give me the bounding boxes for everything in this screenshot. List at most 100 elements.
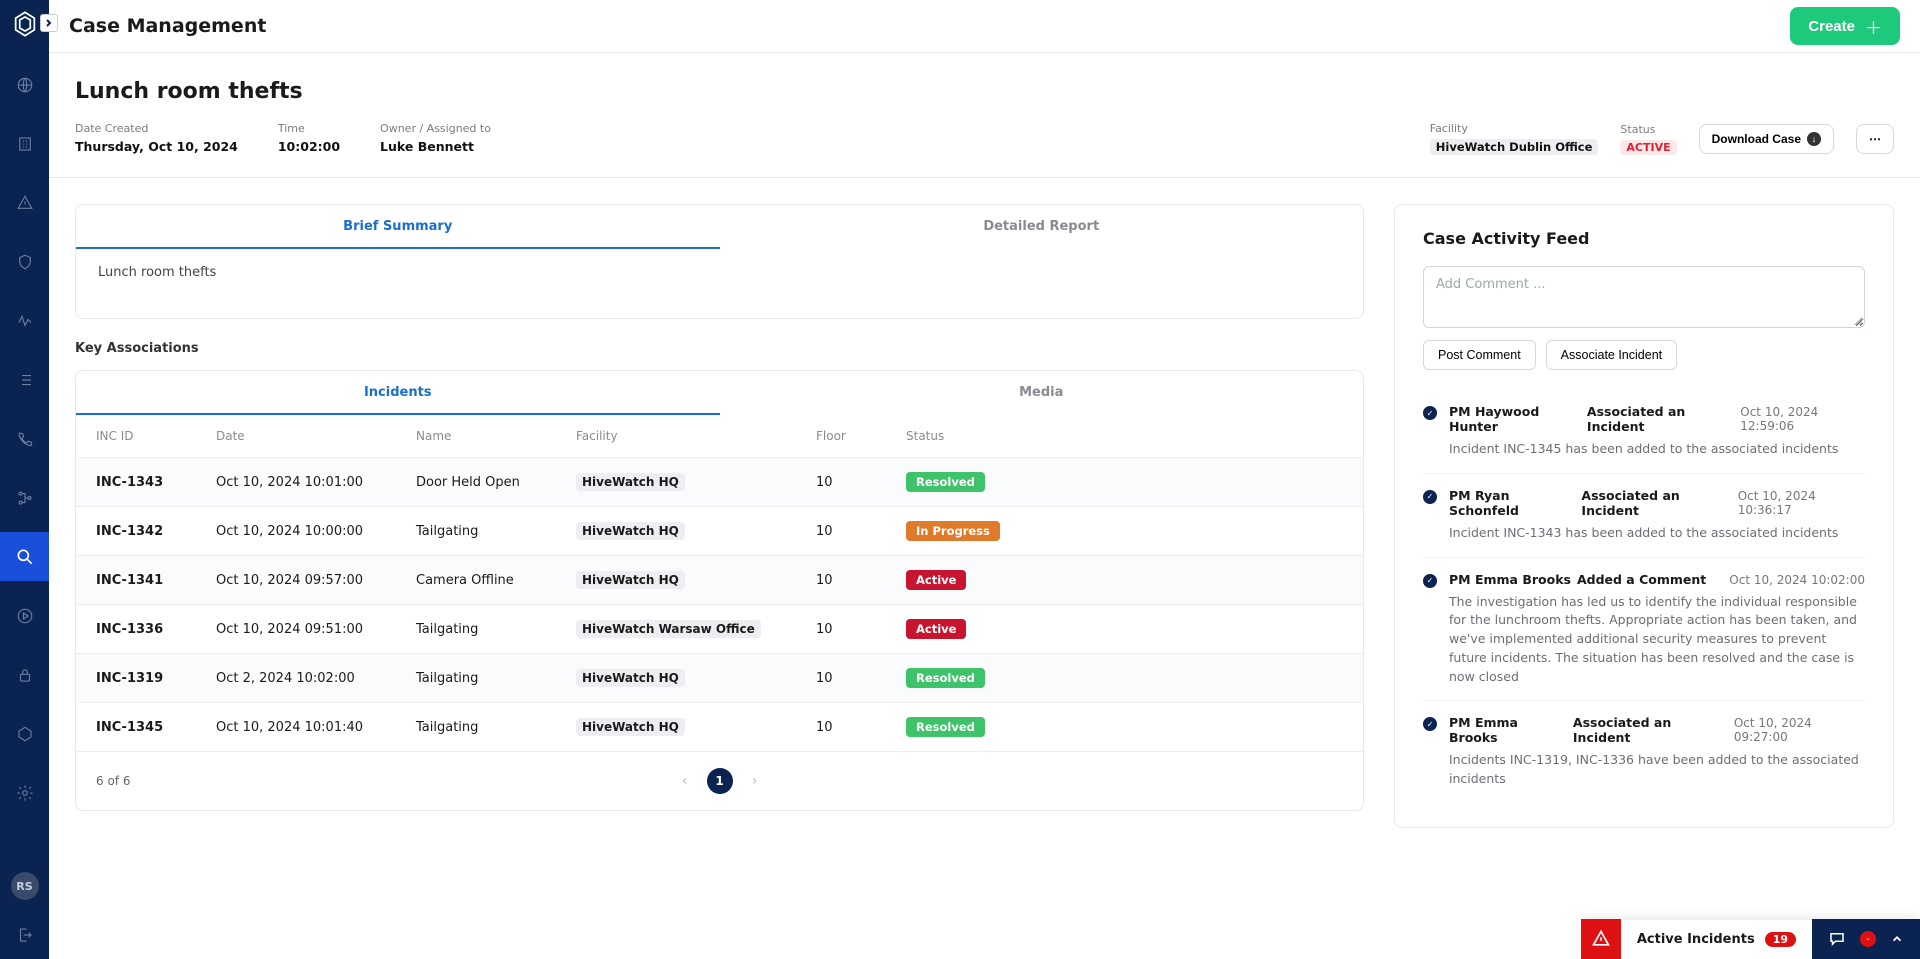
check-icon: ✓	[1423, 490, 1437, 504]
cell-status: Resolved	[906, 668, 1343, 688]
plus-icon: ＋	[1865, 14, 1882, 39]
col-status[interactable]: Status	[906, 429, 1343, 443]
cell-facility: HiveWatch HQ	[576, 573, 816, 588]
alert-icon[interactable]	[1581, 919, 1621, 959]
bottom-bar: Active Incidents 19 -	[1581, 919, 1920, 959]
cell-floor: 10	[816, 671, 906, 686]
sidebar-item-search[interactable]	[0, 532, 49, 581]
cell-status: Resolved	[906, 717, 1343, 737]
feed-text: Incident INC-1343 has been added to the …	[1449, 524, 1865, 543]
cell-name: Tailgating	[416, 524, 576, 539]
sidebar-item-building[interactable]	[0, 119, 49, 168]
sidebar-expand-toggle[interactable]	[40, 14, 58, 32]
col-date[interactable]: Date	[216, 429, 416, 443]
cell-date: Oct 10, 2024 10:00:00	[216, 524, 416, 539]
associations-panel: Incidents Media INC ID Date Name Facilit…	[75, 370, 1364, 811]
page-next-button[interactable]: ›	[743, 769, 767, 793]
more-actions-button[interactable]: ⋯	[1856, 124, 1894, 154]
cell-name: Camera Offline	[416, 573, 576, 588]
cell-status: Active	[906, 570, 1343, 590]
sidebar-item-list[interactable]	[0, 355, 49, 404]
app-logo	[9, 8, 41, 40]
incidents-table: INC ID Date Name Facility Floor Status I…	[76, 415, 1363, 751]
tab-detailed-report[interactable]: Detailed Report	[720, 205, 1364, 249]
cell-facility: HiveWatch HQ	[576, 671, 816, 686]
tab-media[interactable]: Media	[720, 371, 1364, 415]
cell-floor: 10	[816, 524, 906, 539]
sidebar-item-logout[interactable]	[0, 910, 49, 959]
sidebar-item-hex[interactable]	[0, 709, 49, 758]
sidebar-item-settings[interactable]	[0, 768, 49, 817]
check-icon: ✓	[1423, 574, 1437, 588]
table-row[interactable]: INC-1336Oct 10, 2024 09:51:00TailgatingH…	[76, 604, 1363, 653]
tab-brief-summary[interactable]: Brief Summary	[76, 205, 720, 249]
sidebar-item-shield[interactable]	[0, 237, 49, 286]
page-prev-button[interactable]: ‹	[673, 769, 697, 793]
create-label: Create	[1808, 18, 1855, 35]
comment-input[interactable]: Add Comment ...	[1423, 266, 1865, 328]
table-row[interactable]: INC-1319Oct 2, 2024 10:02:00TailgatingHi…	[76, 653, 1363, 702]
meta-owner: Luke Bennett	[380, 139, 491, 154]
associate-incident-button[interactable]: Associate Incident	[1546, 340, 1677, 370]
user-avatar[interactable]: RS	[11, 872, 39, 900]
sidebar-item-flow[interactable]	[0, 473, 49, 522]
cell-floor: 10	[816, 622, 906, 637]
summary-panel: Brief Summary Detailed Report Lunch room…	[75, 204, 1364, 319]
chat-count: -	[1860, 931, 1876, 947]
meta-time-label: Time	[278, 122, 340, 135]
cell-inc-id: INC-1341	[96, 573, 216, 588]
feed-when: Oct 10, 2024 10:36:17	[1738, 489, 1865, 517]
cell-date: Oct 10, 2024 10:01:00	[216, 475, 416, 490]
sidebar-item-globe[interactable]	[0, 60, 49, 109]
sidebar-item-lock[interactable]	[0, 650, 49, 699]
cell-inc-id: INC-1345	[96, 720, 216, 735]
page-title: Case Management	[69, 15, 266, 37]
tab-incidents[interactable]: Incidents	[76, 371, 720, 415]
meta-date-created: Thursday, Oct 10, 2024	[75, 139, 238, 154]
meta-time: 10:02:00	[278, 139, 340, 154]
cell-inc-id: INC-1343	[96, 475, 216, 490]
sidebar-item-play[interactable]	[0, 591, 49, 640]
cell-name: Tailgating	[416, 622, 576, 637]
sidebar: RS	[0, 0, 49, 959]
sidebar-item-alert[interactable]	[0, 178, 49, 227]
table-row[interactable]: INC-1342Oct 10, 2024 10:00:00TailgatingH…	[76, 506, 1363, 555]
table-row[interactable]: INC-1343Oct 10, 2024 10:01:00Door Held O…	[76, 457, 1363, 506]
meta-status: ACTIVE	[1620, 140, 1676, 155]
page-number[interactable]: 1	[707, 768, 733, 794]
check-icon: ✓	[1423, 717, 1437, 731]
cell-name: Door Held Open	[416, 475, 576, 490]
cell-status: In Progress	[906, 521, 1343, 541]
col-facility[interactable]: Facility	[576, 429, 816, 443]
create-button[interactable]: Create ＋	[1790, 7, 1900, 45]
sidebar-item-activity[interactable]	[0, 296, 49, 345]
col-inc-id[interactable]: INC ID	[96, 429, 216, 443]
feed-item: ✓PM Emma BrooksAdded a CommentOct 10, 20…	[1423, 557, 1865, 701]
table-row[interactable]: INC-1341Oct 10, 2024 09:57:00Camera Offl…	[76, 555, 1363, 604]
activity-feed-panel: Case Activity Feed Add Comment ... Post …	[1394, 204, 1894, 828]
feed-item: ✓PM Emma BrooksAssociated an IncidentOct…	[1423, 700, 1865, 803]
divider	[49, 177, 1920, 178]
cell-floor: 10	[816, 475, 906, 490]
cell-facility: HiveWatch HQ	[576, 475, 816, 490]
cell-name: Tailgating	[416, 671, 576, 686]
chevron-up-icon[interactable]	[1890, 932, 1904, 946]
meta-facility: HiveWatch Dublin Office	[1430, 139, 1599, 155]
post-comment-button[interactable]: Post Comment	[1423, 340, 1536, 370]
cell-floor: 10	[816, 720, 906, 735]
active-incidents-toggle[interactable]: Active Incidents 19	[1621, 919, 1812, 959]
chat-icon[interactable]	[1828, 930, 1846, 948]
cell-date: Oct 10, 2024 09:57:00	[216, 573, 416, 588]
cell-inc-id: INC-1342	[96, 524, 216, 539]
feed-what: Added a Comment	[1577, 572, 1706, 587]
pagination: ‹ 1 ›	[673, 768, 767, 794]
check-icon: ✓	[1423, 406, 1437, 420]
col-name[interactable]: Name	[416, 429, 576, 443]
table-row[interactable]: INC-1345Oct 10, 2024 10:01:40TailgatingH…	[76, 702, 1363, 751]
download-case-button[interactable]: Download Case ↓	[1699, 124, 1834, 154]
meta-facility-label: Facility	[1430, 122, 1599, 135]
cell-status: Resolved	[906, 472, 1343, 492]
activity-feed-title: Case Activity Feed	[1395, 205, 1893, 266]
col-floor[interactable]: Floor	[816, 429, 906, 443]
sidebar-item-phone[interactable]	[0, 414, 49, 463]
